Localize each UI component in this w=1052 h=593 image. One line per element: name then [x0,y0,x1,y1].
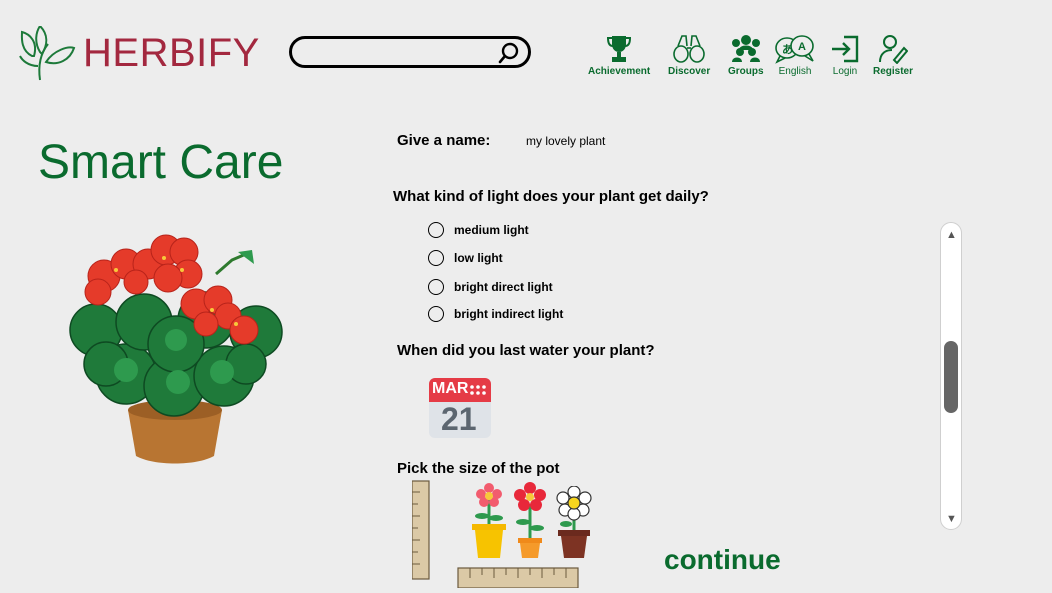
nav-login-label: Login [832,66,858,77]
scroll-up-arrow-icon[interactable]: ▲ [946,229,957,241]
nav-language[interactable]: あ A English [774,34,816,77]
pot-question: Pick the size of the pot [397,460,560,477]
translate-icon: あ A [775,35,814,64]
light-option-label: medium light [454,223,529,237]
light-option-label: low light [454,251,503,265]
radio-button[interactable] [428,279,444,295]
login-icon [832,35,859,63]
svg-text:A: A [798,41,806,53]
light-option-low[interactable]: low light [428,250,503,266]
plant-name-field[interactable]: my lovely plant [526,134,605,148]
calendar-date-picker[interactable]: MAR 21 [428,376,492,440]
nav-achievement[interactable]: Achievement [588,34,650,77]
light-option-medium[interactable]: medium light [428,222,529,238]
calendar-day: 21 [441,401,477,437]
light-question: What kind of light does your plant get d… [393,188,709,205]
pot-size-medium[interactable] [514,482,546,560]
light-option-label: bright direct light [454,280,553,294]
scrollbar-thumb[interactable] [944,341,958,413]
form-scrollbar[interactable]: ▲ ▼ [940,222,962,530]
nav-register[interactable]: Register [873,34,913,77]
nav-achievement-label: Achievement [588,66,651,77]
search-icon[interactable] [498,42,520,64]
water-question: When did you last water your plant? [397,342,655,359]
nav-language-label: English [778,66,812,77]
light-option-bright-direct[interactable]: bright direct light [428,279,553,295]
geranium-plant-image [66,224,286,464]
pot-size-large[interactable] [470,482,510,560]
groups-icon [731,35,760,62]
herbify-logo-icon[interactable] [18,24,78,82]
trophy-icon [607,36,632,62]
light-option-bright-indirect[interactable]: bright indirect light [428,306,563,322]
nav-login[interactable]: Login [830,34,860,77]
calendar-month: MAR [432,380,469,397]
nav-groups-label: Groups [728,66,764,77]
nav-register-label: Register [873,66,914,77]
search-bar[interactable] [289,36,531,68]
radio-button[interactable] [428,250,444,266]
svg-text:あ: あ [782,43,793,56]
radio-button[interactable] [428,222,444,238]
scroll-down-arrow-icon[interactable]: ▼ [946,513,957,525]
page-title: Smart Care [38,136,284,189]
nav-discover[interactable]: Discover [668,34,710,77]
name-label: Give a name: [397,132,491,149]
search-input[interactable] [304,43,498,65]
nav-discover-label: Discover [668,66,711,77]
radio-button[interactable] [428,306,444,322]
register-user-icon [879,35,908,64]
light-option-label: bright indirect light [454,307,564,321]
continue-button[interactable]: continue [664,544,781,576]
nav-groups[interactable]: Groups [728,34,764,77]
pot-size-small[interactable] [554,485,594,560]
brand-name[interactable]: HERBIFY [83,31,260,75]
binoculars-icon [673,35,705,63]
